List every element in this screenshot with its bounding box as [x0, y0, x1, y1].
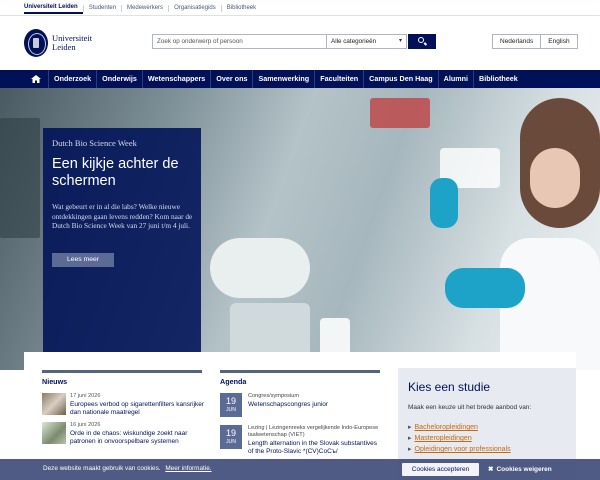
search-field[interactable]: Zoek op onderwerp of persoon Alle catego…: [152, 34, 407, 49]
agenda-month: JUN: [225, 407, 237, 413]
nav-item-over-ons[interactable]: Over ons: [210, 70, 252, 88]
utility-link-organisatiegids[interactable]: Organisatiegids: [168, 4, 221, 12]
utility-link-bibliotheek[interactable]: Bibliotheek: [220, 4, 261, 12]
close-icon: ✖: [488, 466, 494, 473]
site-header: Universiteit Leiden Zoek op onderwerp of…: [0, 16, 600, 70]
nav-item-samenwerking[interactable]: Samenwerking: [252, 70, 314, 88]
agenda-column: Agenda 19 JUN Congres/symposium Wetensch…: [220, 370, 380, 455]
nav-item-campus-den-haag[interactable]: Campus Den Haag: [363, 70, 438, 88]
agenda-title[interactable]: Wetenschapscongres junior: [248, 401, 383, 409]
language-nederlands[interactable]: Nederlands: [492, 34, 542, 49]
agenda-category: Congres/symposium: [248, 393, 299, 399]
agenda-date-badge: 19 JUN: [220, 393, 242, 417]
hero-photo-shape: [210, 238, 310, 298]
accept-cookies-button[interactable]: Cookies accepteren: [402, 463, 479, 476]
category-selected-value: Alle categorieën: [331, 38, 377, 45]
agenda-heading[interactable]: Agenda: [220, 370, 380, 386]
agenda-day: 19: [225, 428, 236, 438]
utility-link-universiteit-leiden[interactable]: Universiteit Leiden: [24, 3, 83, 14]
nav-item-bibliotheek[interactable]: Bibliotheek: [473, 70, 523, 88]
hero-card: Dutch Bio Science Week Een kijkje achter…: [43, 128, 201, 364]
hero-photo-shape: [430, 178, 458, 228]
news-thumbnail: [42, 393, 66, 415]
utility-link-studenten[interactable]: Studenten: [82, 4, 121, 12]
study-heading: Kies een studie: [408, 380, 491, 394]
agenda-date-badge: 19 JUN: [220, 425, 242, 449]
news-date: 17 juni 2026: [70, 393, 101, 399]
agenda-title[interactable]: Length alternation in the Slovak substan…: [248, 440, 383, 455]
hero-banner: Dutch Bio Science Week Een kijkje achter…: [0, 88, 600, 370]
search-input[interactable]: Zoek op onderwerp of persoon: [157, 38, 243, 45]
refuse-cookies-label: Cookies weigeren: [496, 466, 552, 473]
cookie-more-info-link[interactable]: Meer informatie.: [165, 465, 211, 472]
news-heading[interactable]: Nieuws: [42, 370, 202, 386]
search-button[interactable]: [408, 34, 436, 49]
nav-item-faculteiten[interactable]: Faculteiten: [314, 70, 363, 88]
logo-text: Universiteit Leiden: [52, 34, 92, 52]
refuse-cookies-button[interactable]: ✖ Cookies weigeren: [488, 463, 552, 476]
chevron-down-icon: ▾: [398, 38, 402, 44]
search-icon: [418, 37, 424, 43]
hero-photo-shape: [0, 118, 40, 238]
logo-line-2: Leiden: [52, 42, 76, 52]
read-more-button[interactable]: Lees meer: [52, 253, 114, 267]
news-column: Nieuws 17 juni 2026 Europees verbod op s…: [42, 370, 204, 445]
cookie-message: Deze website maakt gebruik van cookies. …: [43, 465, 212, 472]
hero-title[interactable]: Een kijkje achter de schermen: [52, 156, 197, 190]
agenda-item[interactable]: 19 JUN Congres/symposium Wetenschapscong…: [220, 393, 380, 419]
language-switcher: Nederlands English: [492, 34, 578, 49]
nav-home[interactable]: [24, 70, 48, 88]
hero-photo-shape: [445, 268, 525, 308]
news-title[interactable]: Europees verbod op sigarettenfilters kan…: [70, 401, 205, 416]
utility-link-medewerkers[interactable]: Medewerkers: [121, 4, 168, 12]
study-link-professionals[interactable]: Opleidingen voor professionals: [408, 445, 511, 453]
university-seal-icon: [24, 29, 48, 57]
utility-bar: Universiteit Leiden Studenten Medewerker…: [0, 0, 600, 16]
study-description: Maak een keuze uit het brede aanbod van:: [408, 404, 532, 411]
news-item[interactable]: 17 juni 2026 Europees verbod op sigarett…: [42, 393, 205, 417]
nav-item-alumni[interactable]: Alumni: [437, 70, 473, 88]
main-navigation: Onderzoek Onderwijs Wetenschappers Over …: [0, 70, 600, 88]
cookie-message-text: Deze website maakt gebruik van cookies.: [43, 465, 161, 472]
news-title[interactable]: Orde in de chaos: wiskundige zoekt naar …: [70, 430, 205, 445]
hero-description: Wat gebeurt er in al die labs? Welke nie…: [52, 202, 193, 231]
utility-links: Universiteit Leiden Studenten Medewerker…: [24, 0, 261, 16]
agenda-category: Lezing | Lezingenreeks vergelijkende Ind…: [248, 425, 379, 438]
hero-subtitle: Dutch Bio Science Week: [52, 138, 137, 148]
study-link-master[interactable]: Masteropleidingen: [408, 434, 472, 442]
news-thumbnail: [42, 422, 66, 444]
hero-photo-shape: [370, 98, 430, 128]
nav-item-onderzoek[interactable]: Onderzoek: [48, 70, 96, 88]
news-item[interactable]: 16 juni 2026 Orde in de chaos: wiskundig…: [42, 422, 202, 446]
category-select[interactable]: Alle categorieën ▾: [326, 35, 407, 48]
university-logo[interactable]: Universiteit Leiden: [24, 29, 92, 57]
hero-photo-shape: [530, 148, 580, 208]
nav-item-wetenschappers[interactable]: Wetenschappers: [141, 70, 210, 88]
agenda-day: 19: [225, 396, 236, 406]
nav-item-onderwijs[interactable]: Onderwijs: [96, 70, 142, 88]
home-icon: [31, 75, 41, 83]
language-english[interactable]: English: [541, 34, 578, 49]
study-link-bachelor[interactable]: Bacheloropleidingen: [408, 423, 478, 431]
cookie-banner: Deze website maakt gebruik van cookies. …: [0, 459, 600, 480]
agenda-month: JUN: [225, 439, 237, 445]
news-date: 16 juni 2026: [70, 422, 101, 428]
